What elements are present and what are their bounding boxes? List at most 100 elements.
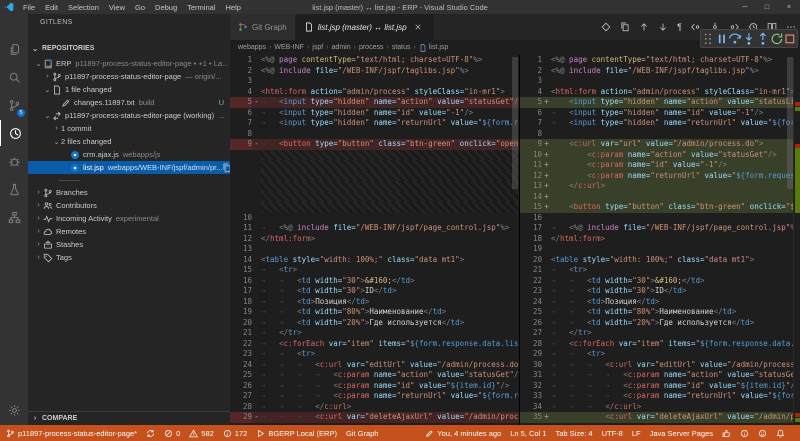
repositories-section-header[interactable]: ⌄REPOSITORIES [28,42,230,55]
code-line[interactable]: 17→ → <td width="30">ID</td> [230,286,519,297]
statusbar-warning-count[interactable]: 582 [189,429,214,438]
code-line[interactable] [230,202,519,213]
code-line[interactable]: 12+→ → <c:param name="returnUrl" value="… [520,171,793,182]
code-line[interactable]: 21→ <tr> [520,265,793,276]
chevron-right-icon[interactable]: › [34,254,43,261]
code-line[interactable]: 25→ → → → <c:param name="action" value="… [230,370,519,381]
code-line[interactable]: 4<html:form action="admin/process" style… [520,87,793,98]
diamond-icon[interactable] [601,22,611,32]
code-line[interactable]: 25→ → <td width="80%">Наименование</td> [520,307,793,318]
statusbar-feedback-smiley[interactable] [758,429,767,438]
debug-pause[interactable] [715,32,729,46]
code-line[interactable]: 11+→ → <c:param name="id" value="-1"/> [520,160,793,171]
code-line[interactable]: 26→ → <td width="20%">Где используется</… [520,318,793,329]
statusbar-cursor-position[interactable]: Ln 5, Col 1 [510,429,546,438]
code-line[interactable]: 18</html:form> [520,234,793,245]
code-line[interactable]: 16 [520,213,793,224]
code-line[interactable]: 26→ → → → <c:param name="id" value="${it… [230,381,519,392]
tree-item-changed-file[interactable]: changes.11897.txtbuildU [28,96,230,109]
tree-item-branch-item[interactable]: ›p11897-process-status-editor-page— orig… [28,70,230,83]
code-line[interactable] [230,150,519,161]
chevron-right-icon[interactable]: › [52,125,61,132]
statusbar-error-count[interactable]: 0 [164,429,180,438]
code-line[interactable]: 22→ → <td width="30">&#160;</td> [520,276,793,287]
breadcrumb-item-admin[interactable]: admin [332,44,351,51]
code-line[interactable]: 29-→ → → <c:url var="deleteAjaxUrl" valu… [230,412,519,423]
code-line[interactable]: 7→ <input type="hidden" name="returnUrl"… [230,118,519,129]
breadcrumb-item-process[interactable]: process [359,44,384,51]
code-line[interactable]: 13 [230,244,519,255]
code-line[interactable]: 8 [520,129,793,140]
code-line[interactable]: 1<%@ page contentType="text/html; charse… [230,55,519,66]
code-line[interactable]: 20→ → <td width="20%">Где используется</… [230,318,519,329]
code-line[interactable]: 10 [230,213,519,224]
menu-edit[interactable]: Edit [40,3,63,12]
menu-go[interactable]: Go [130,3,150,12]
code-line[interactable]: 2<%@ include file="/WEB-INF/jspf/taglibs… [230,66,519,77]
statusbar-language-mode[interactable]: Java Server Pages [650,429,713,438]
arrow-up-icon[interactable] [639,22,649,32]
activitybar-search[interactable] [0,64,28,90]
code-line[interactable]: 24→ → → <c:url var="editUrl" value="/adm… [230,360,519,371]
statusbar-sync-button[interactable] [146,429,155,438]
code-line[interactable]: 27→ </tr> [520,328,793,339]
code-line[interactable]: 5-→ <input type="hidden" name="action" v… [230,97,519,108]
code-line[interactable]: 9-→ <button type="button" class="btn-gre… [230,139,519,150]
code-line[interactable]: 15+→ <button type="button" class="btn-gr… [520,202,793,213]
statusbar-git-graph-button[interactable]: Git Graph [346,429,379,438]
menu-file[interactable]: File [18,3,40,12]
code-line[interactable]: 32→ → → → <c:param name="id" value="${it… [520,381,793,392]
code-line[interactable]: 10+→ → <c:param name="action" value="sta… [520,150,793,161]
code-line[interactable]: 7→ <input type="hidden" name="returnUrl"… [520,118,793,129]
chevron-right-icon[interactable]: › [43,73,52,80]
code-line[interactable]: 11→ <%@ include file="/WEB-INF/jspf/page… [230,223,519,234]
code-line[interactable]: 27→ → → → <c:param name="returnUrl" valu… [230,391,519,402]
activitybar-debug[interactable] [0,148,28,174]
breadcrumb-item-jspf[interactable]: jspf [312,44,323,51]
tab-git-graph[interactable]: Git Graph [230,14,296,40]
code-line[interactable]: 28→ → → </c:url> [230,402,519,413]
code-line[interactable]: 22→ <c:forEach var="item" items="${form.… [230,339,519,350]
statusbar-status-info[interactable] [740,429,749,438]
left-scrollbar[interactable] [512,57,518,189]
code-line[interactable] [230,192,519,203]
chevron-right-icon[interactable]: › [34,215,43,222]
debug-step-into[interactable] [742,32,756,46]
code-line[interactable]: 4<html:form action="admin/process" style… [230,87,519,98]
debug-step-out[interactable] [756,32,770,46]
tree-item-tags[interactable]: ›Tags [28,251,230,264]
statusbar-encoding[interactable]: UTF-8 [602,429,623,438]
code-line[interactable]: 3 [520,76,793,87]
maximize-button[interactable]: □ [756,4,778,11]
code-line[interactable]: 19→ → <td width="80%">Наименование</td> [230,307,519,318]
debug-step-over[interactable] [728,32,742,46]
menu-help[interactable]: Help [220,3,245,12]
statusbar-feedback-thumb[interactable] [722,429,731,438]
close-button[interactable]: × [778,4,800,11]
debug-restart[interactable] [770,32,784,46]
close-icon[interactable] [414,23,422,31]
menu-view[interactable]: View [104,3,130,12]
diff-modified-pane[interactable]: 1<%@ page contentType="text/html; charse… [520,55,793,425]
code-line[interactable]: 14<table style="width: 100%;" class="dat… [230,255,519,266]
tree-item-incoming-activity[interactable]: ›Incoming Activityexperimental [28,212,230,225]
code-line[interactable]: 35+→ → → <c:url var="deleteAjaxUrl" valu… [520,412,793,423]
menu-terminal[interactable]: Terminal [182,3,220,12]
code-line[interactable]: 8 [230,129,519,140]
breadcrumb-item-webapps[interactable]: webapps [238,44,266,51]
code-line[interactable]: 20<table style="width: 100%;" class="dat… [520,255,793,266]
code-line[interactable]: 16→ → <td width="30">&#160;</td> [230,276,519,287]
chevron-down-icon[interactable]: ⌄ [52,138,61,146]
tree-item-file-crm-ajax-js[interactable]: crm.ajax.jswebapps/js [28,148,230,161]
code-line[interactable]: 29→ → <tr> [520,349,793,360]
code-line[interactable]: 6→ <input type="hidden" name="id" value=… [230,108,519,119]
chevron-down-icon[interactable]: ⌄ [34,60,43,68]
code-line[interactable]: 6→ <input type="hidden" name="id" value=… [520,108,793,119]
statusbar-indentation[interactable]: Tab Size: 4 [556,429,593,438]
statusbar-branch-indicator[interactable]: p11897-process-status-editor-page* [6,429,137,438]
code-line[interactable]: 24→ → <td>Позиция</td> [520,297,793,308]
code-line[interactable]: 30→ → → <c:url var="editUrl" value="/adm… [520,360,793,371]
chevron-right-icon[interactable]: › [34,228,43,235]
tree-item-files-changed-group[interactable]: ⌄2 files changed [28,135,230,148]
breadcrumb-item-status[interactable]: status [392,44,411,51]
